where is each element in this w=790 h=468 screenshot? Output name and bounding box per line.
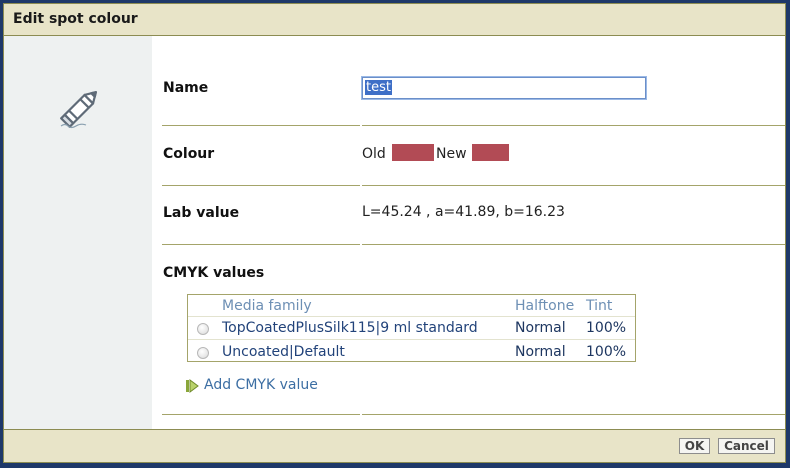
cell-media-family: Uncoated|Default [222, 344, 345, 360]
row-radio-button[interactable] [197, 347, 209, 359]
cmyk-values-label: CMYK values [163, 265, 265, 281]
left-panel [4, 36, 152, 429]
separator [162, 125, 785, 126]
cell-media-family: TopCoatedPlusSilk115|9 ml standard [222, 320, 478, 336]
add-arrow-icon [186, 379, 199, 393]
add-cmyk-value-label: Add CMYK value [204, 377, 318, 393]
lab-value: L=45.24 , a=41.89, b=16.23 [362, 204, 565, 220]
cmyk-table: Media family Halftone Tint TopCoatedPlus… [187, 294, 636, 362]
new-colour-label: New [436, 146, 467, 162]
old-colour-swatch [392, 144, 434, 161]
table-divider [188, 339, 635, 340]
separator [162, 244, 785, 245]
name-label: Name [163, 80, 209, 96]
dialog-title: Edit spot colour [13, 11, 138, 27]
old-colour-label: Old [362, 146, 386, 162]
colour-label: Colour [163, 146, 215, 162]
lab-value-label: Lab value [163, 205, 240, 221]
separator [162, 185, 785, 186]
row-radio-button[interactable] [197, 323, 209, 335]
cancel-button[interactable]: Cancel [718, 438, 775, 454]
name-input[interactable]: test [362, 77, 646, 99]
table-divider [188, 316, 635, 317]
dialog-footer: OK Cancel [4, 429, 785, 462]
pencil-icon [60, 91, 97, 129]
cell-tint: 100% [586, 320, 627, 336]
new-colour-swatch [472, 144, 509, 161]
dialog-titlebar: Edit spot colour [4, 4, 785, 36]
name-input-value: test [365, 80, 392, 95]
column-header-tint[interactable]: Tint [586, 298, 612, 314]
column-header-media-family[interactable]: Media family [222, 298, 312, 314]
form-content: Name test Colour Old New Lab value L=45.… [152, 36, 785, 429]
edit-spot-colour-dialog: Edit spot colour Name test Colour Old Ne… [3, 3, 786, 463]
cell-tint: 100% [586, 344, 627, 360]
separator [162, 414, 785, 415]
cell-halftone: Normal [515, 344, 566, 360]
cell-halftone: Normal [515, 320, 566, 336]
column-header-halftone[interactable]: Halftone [515, 298, 574, 314]
ok-button[interactable]: OK [679, 438, 710, 454]
